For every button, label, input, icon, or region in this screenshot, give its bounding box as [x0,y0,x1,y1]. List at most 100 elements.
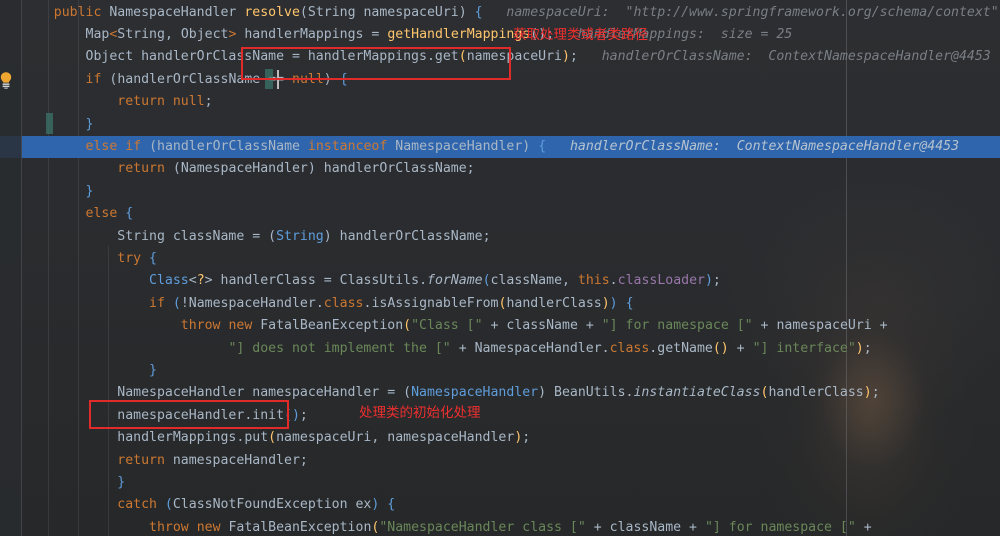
code-token: isAssignableFrom [371,295,499,311]
code-line[interactable]: } [117,472,125,494]
code-line[interactable]: try { [117,248,157,270]
code-line[interactable]: return null; [117,91,212,113]
code-token: ( [268,228,277,244]
code-token: ClassUtils [339,273,420,289]
code-token: instantiateClass [633,385,761,401]
editor-gutter[interactable] [0,0,22,536]
code-token: "NamespaceHandler class [" [379,519,586,535]
inline-debugger-hint[interactable]: handlerOrClassName: ContextNamespaceHand… [578,49,1000,64]
code-token: ? [196,273,205,289]
code-line[interactable]: String className = (String) handlerOrCla… [117,226,490,248]
code-token: } [149,362,157,378]
code-token: ( [172,295,181,311]
code-token: { [149,250,157,266]
code-line[interactable]: handlerMappings.put(namespaceUri, namesp… [117,427,530,449]
code-token: } [85,183,94,199]
code-line[interactable]: return (NamespaceHandler) handlerOrClass… [117,158,474,180]
code-line[interactable]: Map<String, Object> handlerMappings = ge… [86,24,793,46]
code-line[interactable]: else { [86,203,134,225]
code-token: { [474,4,483,20]
code-token: throw [149,519,189,535]
code-line[interactable]: else if (handlerOrClassName instanceof N… [86,136,960,158]
code-line[interactable]: throw new FatalBeanException("NamespaceH… [149,517,872,536]
code-line[interactable]: } [86,114,94,136]
code-token: ; [522,430,531,446]
code-token: + [689,519,697,535]
code-token: if [149,295,165,311]
code-token: ; [863,340,872,356]
code-token: NamespaceHandler [117,385,245,401]
code-token: NamespaceHandler [411,385,539,401]
code-token: ClassNotFoundException [172,497,348,513]
code-token: , [164,26,181,42]
code-token: catch [117,497,157,513]
code-token: + [458,340,467,356]
code-token: ; [466,161,475,177]
code-line[interactable]: } [149,360,157,382]
code-token: NamespaceHandler [188,295,316,311]
code-token: NamespaceHandler [180,161,308,177]
code-token: put [244,430,269,446]
code-token: } [117,474,126,490]
code-line[interactable]: Class<?> handlerClass = ClassUtils.forNa… [149,270,721,292]
code-token: NamespaceHandler [109,4,237,20]
code-token: ) [307,161,316,177]
code-line[interactable]: catch (ClassNotFoundException ex) { [117,494,395,516]
code-line[interactable]: Object handlerOrClassName = handlerMappi… [86,46,1000,68]
code-token: Map [85,26,110,42]
code-token: namespaceUri [768,318,880,334]
code-editor-pane[interactable]: public NamespaceHandler resolve(String n… [0,0,1000,536]
code-token: ; [299,452,308,468]
lightbulb-icon[interactable] [0,70,16,90]
code-token: ) [561,49,570,65]
code-token: } [85,116,94,132]
code-token: handlerOrClassName [157,138,308,154]
code-line[interactable]: return namespaceHandler; [117,450,308,472]
code-token: String [276,228,324,244]
code-token: if [85,71,102,87]
code-line[interactable]: throw new FatalBeanException("Class [" +… [181,315,888,337]
code-token: + [593,519,602,535]
code-token: this [577,273,610,289]
code-token: forName [427,273,483,289]
code-token: className [498,318,586,334]
code-token: BeanUtils [554,385,626,401]
code-token: , [371,430,388,446]
code-line[interactable]: public NamespaceHandler resolve(String n… [54,2,999,24]
code-token: className [601,519,690,535]
inline-debugger-hint[interactable]: namespaceUri: "http://www.springframewor… [483,5,998,20]
code-token: < [188,273,197,289]
code-line[interactable]: if (!NamespaceHandler.class.isAssignable… [149,293,634,315]
code-token: . [419,273,428,289]
code-token: handlerOrClassName [331,228,483,244]
code-token: NamespaceHandler [395,138,523,154]
code-token: NamespaceHandler [466,340,602,356]
code-token: new [228,318,253,334]
note-init: 处理类的初始化处理 [359,405,481,421]
code-token: ( [403,385,412,401]
code-token: handlerClass [768,385,864,401]
inline-debugger-hint[interactable]: handlerOrClassName: ContextNamespaceHand… [546,139,959,154]
code-token: handlerClass [506,295,602,311]
code-token: + [760,318,769,334]
code-token: ) [609,295,618,311]
code-token: return [117,161,165,177]
code-token: ) [855,340,864,356]
code-token: = [323,273,332,289]
code-line[interactable]: "] does not implement the [" + Namespace… [228,338,871,360]
code-line[interactable]: } [86,181,94,203]
code-token: instanceof [307,138,388,154]
code-token: . [315,295,324,311]
code-text-layer[interactable]: public NamespaceHandler resolve(String n… [0,0,1000,536]
code-token: className [490,273,563,289]
